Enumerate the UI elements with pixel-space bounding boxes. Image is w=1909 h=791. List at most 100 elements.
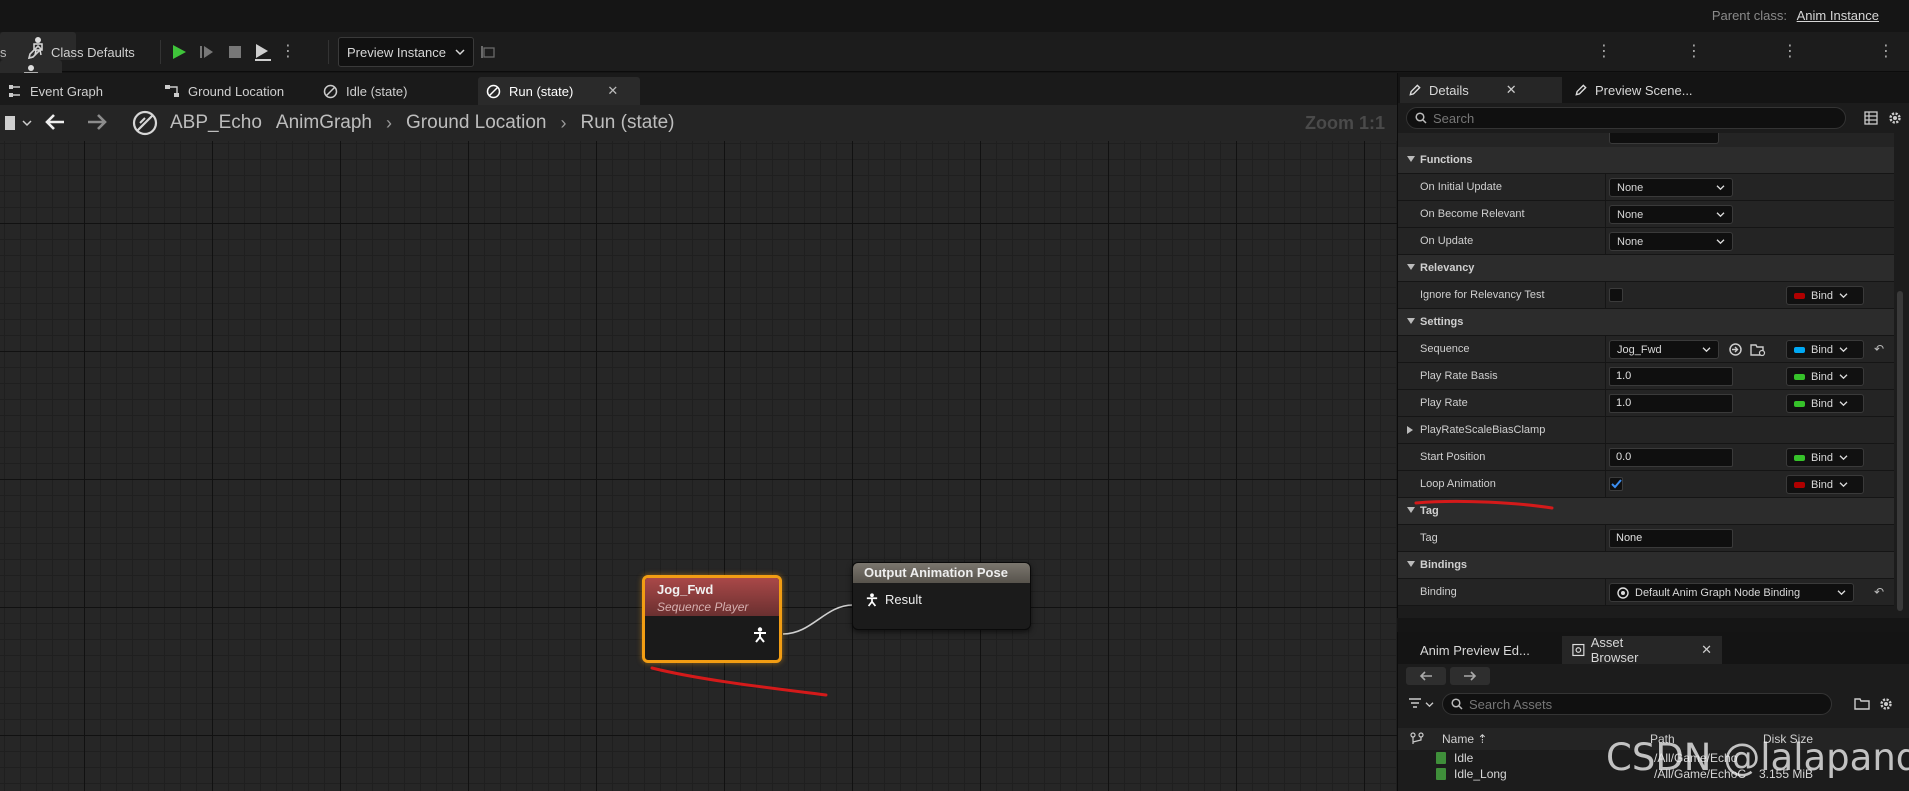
bookmark-icon [5, 116, 15, 130]
class-defaults-label: Class Defaults [51, 44, 135, 60]
parent-class-link[interactable]: Anim Instance [1797, 8, 1879, 23]
stop-button[interactable] [224, 41, 246, 63]
gear-icon[interactable] [1879, 697, 1893, 711]
tab-ground-location[interactable]: Ground Location [156, 77, 292, 105]
play-button[interactable] [168, 41, 190, 63]
folder-icon[interactable] [1854, 697, 1870, 711]
play-options-menu[interactable]: ⋮ [280, 38, 296, 66]
step-icon [200, 46, 213, 58]
forward-button[interactable] [86, 113, 108, 134]
prop-play-rate-clamp[interactable]: PlayRateScaleBiasClamp [1398, 417, 1894, 444]
result-pin-row[interactable]: Result [853, 583, 1030, 616]
chevron-down-icon [1702, 347, 1711, 353]
tab-event-graph[interactable]: Event Graph [0, 77, 111, 105]
breadcrumb-item[interactable]: ABP_Echo [170, 112, 262, 134]
close-icon[interactable]: ✕ [1506, 82, 1517, 98]
asset-search-row: Search Assets [1398, 688, 1909, 720]
chevron-down-icon [1407, 318, 1415, 324]
debug-filter-button[interactable] [480, 38, 496, 66]
pose-wire [782, 604, 854, 635]
checkmark-icon [1610, 479, 1622, 489]
category-bindings[interactable]: Bindings [1398, 552, 1894, 579]
chevron-down-icon [1716, 212, 1725, 218]
category-functions[interactable]: Functions [1398, 147, 1894, 174]
history-forward-button[interactable] [1450, 667, 1490, 685]
use-selected-icon[interactable] [1728, 342, 1743, 357]
tab-preview-scene[interactable]: Preview Scene... [1566, 77, 1701, 103]
on-update-combo[interactable]: None [1609, 232, 1733, 251]
category-settings[interactable]: Settings [1398, 309, 1894, 336]
prop-sequence: Sequence Jog_Fwd Bind ↶ [1398, 336, 1894, 363]
chevron-down-icon [1407, 561, 1415, 567]
on-become-relevant-combo[interactable]: None [1609, 205, 1733, 224]
tab-asset-browser[interactable]: Asset Browser ✕ [1562, 635, 1722, 665]
graph-selector[interactable] [4, 115, 32, 131]
tab-details[interactable]: Details ✕ [1400, 77, 1562, 103]
play-rate-input[interactable]: 1.0 [1609, 394, 1733, 413]
tab-label: Preview Scene... [1595, 82, 1693, 98]
possess-button[interactable] [252, 41, 274, 63]
back-button[interactable] [44, 113, 66, 134]
debug-filter-icon [481, 46, 495, 58]
breadcrumb-item[interactable]: Run (state) [581, 112, 675, 134]
details-tab-strip: Details ✕ Preview Scene... [1398, 73, 1909, 103]
breadcrumb-item[interactable]: AnimGraph [276, 112, 372, 134]
close-icon[interactable]: ✕ [1701, 642, 1712, 658]
parent-class-info: Parent class: Anim Instance [1712, 8, 1879, 23]
bind-button[interactable]: Bind [1786, 475, 1864, 494]
sequence-player-node[interactable]: Jog_Fwd Sequence Player [642, 575, 782, 663]
bind-button[interactable]: Bind [1786, 340, 1864, 359]
chevron-down-icon [1839, 482, 1848, 488]
play-rate-basis-input[interactable]: 1.0 [1609, 367, 1733, 386]
graph-icon [9, 85, 20, 97]
chevron-down-icon [1716, 185, 1725, 191]
ignore-relevancy-checkbox[interactable] [1609, 288, 1623, 302]
tab-idle-state[interactable]: Idle (state) [315, 77, 415, 105]
tab-run-state[interactable]: Run (state) ✕ [478, 77, 640, 105]
loop-animation-checkbox[interactable] [1609, 477, 1623, 491]
filter-dropdown[interactable] [1408, 698, 1434, 710]
binding-combo[interactable]: Default Anim Graph Node Binding [1609, 583, 1854, 602]
browse-folder-icon[interactable] [1750, 342, 1766, 357]
reset-to-default-icon[interactable]: ↶ [1874, 342, 1884, 356]
preview-instance-dropdown[interactable]: Preview Instance [338, 37, 474, 67]
sequence-asset-picker[interactable]: Jog_Fwd [1609, 340, 1719, 359]
output-pose-node[interactable]: Output Animation Pose Result [852, 562, 1031, 630]
toolbar-separator [160, 40, 161, 64]
class-defaults-button[interactable]: Class Defaults [26, 38, 135, 66]
animation-options-menu[interactable]: ⋮ [1686, 38, 1702, 66]
details-search-input[interactable]: Search [1406, 107, 1846, 129]
step-button[interactable] [196, 41, 218, 63]
gear-icon[interactable] [1888, 111, 1902, 125]
prop-play-rate-basis: Play Rate Basis 1.0 Bind [1398, 363, 1894, 390]
details-scrollbar[interactable] [1897, 291, 1903, 611]
watermark: CSDN @lalapanda [1606, 736, 1909, 779]
toolbar-overflow-edge: s [0, 44, 7, 60]
graph-canvas[interactable]: Jog_Fwd Sequence Player Output Animation… [0, 141, 1397, 791]
history-back-button[interactable] [1406, 667, 1446, 685]
column-options-icon[interactable] [1410, 732, 1424, 746]
tab-label: Details [1429, 82, 1469, 98]
blueprint-options-menu[interactable]: ⋮ [1782, 38, 1798, 66]
reset-to-default-icon[interactable]: ↶ [1874, 585, 1884, 599]
mesh-options-menu[interactable]: ⋮ [1596, 38, 1612, 66]
bind-button[interactable]: Bind [1786, 367, 1864, 386]
close-icon[interactable]: ✕ [607, 83, 618, 99]
chevron-down-icon [1839, 347, 1848, 353]
bind-button[interactable]: Bind [1786, 394, 1864, 413]
asset-search-input[interactable]: Search Assets [1442, 693, 1832, 715]
breadcrumb-item[interactable]: Ground Location [406, 112, 547, 134]
table-view-icon[interactable] [1864, 111, 1878, 125]
method-combo[interactable] [1609, 133, 1719, 144]
tag-input[interactable]: None [1609, 529, 1733, 548]
physics-options-menu[interactable]: ⋮ [1878, 38, 1894, 66]
start-position-input[interactable]: 0.0 [1609, 448, 1733, 467]
on-initial-update-combo[interactable]: None [1609, 178, 1733, 197]
category-tag[interactable]: Tag [1398, 498, 1894, 525]
tab-anim-preview-editor[interactable]: Anim Preview Ed... [1410, 636, 1540, 664]
column-name[interactable]: Name ⇡ [1442, 732, 1487, 746]
bind-button[interactable]: Bind [1786, 448, 1864, 467]
category-relevancy[interactable]: Relevancy [1398, 255, 1894, 282]
pose-output-pin[interactable] [753, 627, 767, 646]
bind-button[interactable]: Bind [1786, 286, 1864, 305]
